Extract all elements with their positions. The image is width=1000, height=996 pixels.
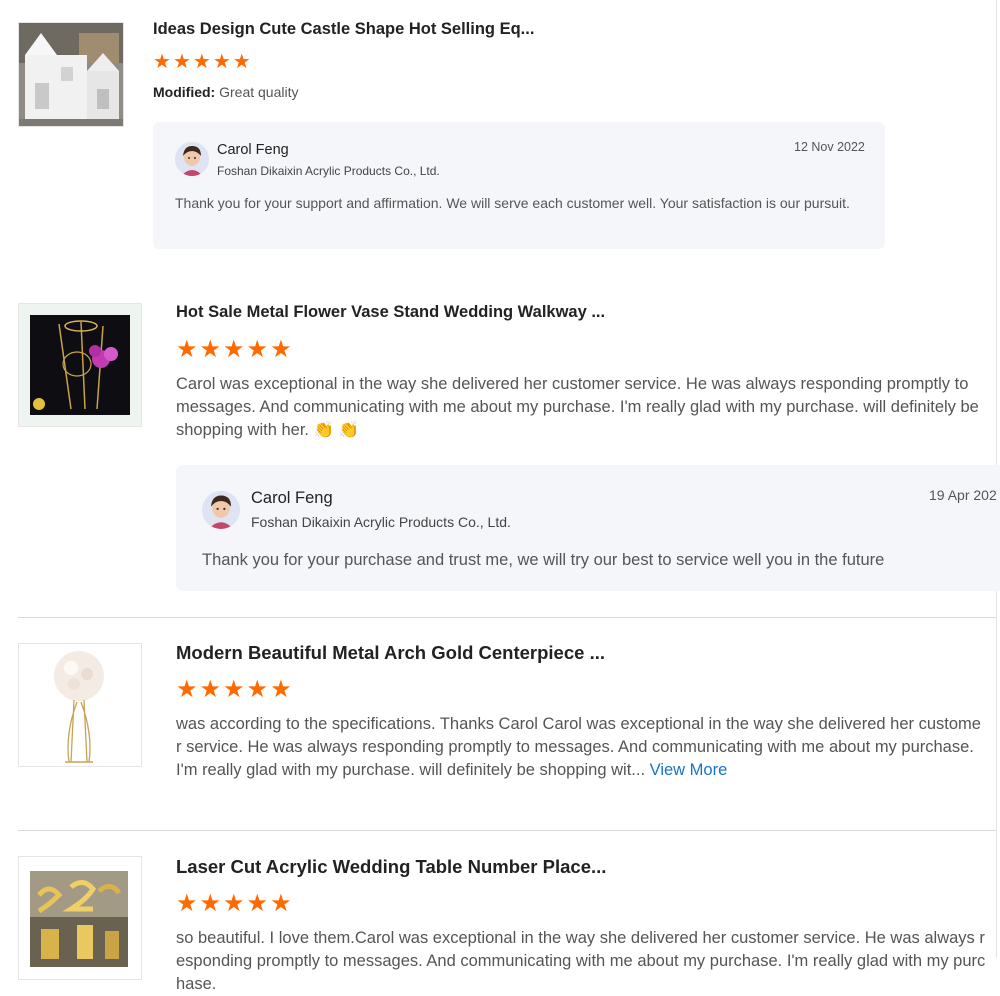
review-text: so beautiful. I love them.Carol was exce… bbox=[176, 929, 986, 993]
reply-text: Thank you for your support and affirmati… bbox=[175, 195, 850, 211]
product-thumbnail[interactable] bbox=[18, 643, 142, 767]
star-icon: ★ bbox=[246, 676, 269, 703]
product-title[interactable]: Hot Sale Metal Flower Vase Stand Wedding… bbox=[176, 303, 605, 322]
supplier-reply: Carol Feng Foshan Dikaixin Acrylic Produ… bbox=[153, 122, 885, 249]
reply-date: 19 Apr 202 bbox=[929, 487, 997, 503]
reply-text: Thank you for your purchase and trust me… bbox=[202, 551, 885, 569]
star-icon: ★ bbox=[270, 336, 292, 363]
review-divider bbox=[18, 617, 996, 618]
replier-name: Carol Feng bbox=[251, 489, 333, 507]
reply-date: 12 Nov 2022 bbox=[794, 140, 865, 154]
review-text: was according to the specifications. Tha… bbox=[176, 715, 981, 779]
replier-company: Foshan Dikaixin Acrylic Products Co., Lt… bbox=[217, 164, 440, 178]
star-icon: ★ bbox=[270, 890, 292, 917]
modified-review: Modified: Great quality bbox=[153, 84, 298, 100]
star-icon: ★ bbox=[192, 51, 211, 73]
rating-stars: ★ ★ ★ ★ ★ bbox=[176, 678, 292, 702]
replier-name: Carol Feng bbox=[217, 142, 289, 158]
product-thumbnail[interactable] bbox=[18, 303, 142, 427]
rating-stars: ★ ★ ★ ★ ★ bbox=[176, 892, 292, 916]
star-icon: ★ bbox=[246, 890, 269, 917]
review-divider bbox=[18, 830, 996, 831]
castle-product-image bbox=[19, 23, 123, 126]
star-icon: ★ bbox=[153, 51, 171, 73]
star-icon: ★ bbox=[176, 890, 198, 917]
modified-text: Great quality bbox=[219, 84, 299, 100]
product-title[interactable]: Ideas Design Cute Castle Shape Hot Selli… bbox=[153, 20, 534, 39]
product-thumbnail[interactable] bbox=[18, 856, 142, 980]
star-icon: ★ bbox=[223, 890, 245, 917]
flower-vase-stand-product-image bbox=[19, 304, 141, 426]
star-icon: ★ bbox=[176, 336, 198, 363]
rating-stars: ★ ★ ★ ★ ★ bbox=[153, 52, 251, 72]
review-text-container: was according to the specifications. Tha… bbox=[176, 713, 986, 782]
product-title[interactable]: Laser Cut Acrylic Wedding Table Number P… bbox=[176, 856, 606, 878]
product-title[interactable]: Modern Beautiful Metal Arch Gold Centerp… bbox=[176, 642, 605, 664]
star-icon: ★ bbox=[199, 336, 222, 363]
star-icon: ★ bbox=[199, 890, 222, 917]
star-icon: ★ bbox=[246, 336, 269, 363]
avatar bbox=[175, 142, 209, 176]
star-icon: ★ bbox=[199, 676, 222, 703]
flower-ball-centerpiece-product-image bbox=[19, 644, 141, 766]
star-icon: ★ bbox=[270, 676, 292, 703]
star-icon: ★ bbox=[172, 51, 191, 73]
table-number-product-image bbox=[19, 857, 141, 979]
star-icon: ★ bbox=[212, 51, 231, 73]
product-thumbnail[interactable] bbox=[18, 22, 124, 127]
supplier-reply: Carol Feng Foshan Dikaixin Acrylic Produ… bbox=[176, 465, 1000, 591]
modified-label: Modified: bbox=[153, 84, 216, 100]
review-text: Carol was exceptional in the way she del… bbox=[176, 375, 979, 439]
view-more-link[interactable]: View More bbox=[650, 761, 728, 779]
rating-stars: ★ ★ ★ ★ ★ bbox=[176, 338, 292, 362]
avatar bbox=[202, 491, 240, 529]
star-icon: ★ bbox=[232, 51, 251, 73]
star-icon: ★ bbox=[176, 676, 198, 703]
star-icon: ★ bbox=[223, 336, 245, 363]
star-icon: ★ bbox=[223, 676, 245, 703]
replier-company: Foshan Dikaixin Acrylic Products Co., Lt… bbox=[251, 514, 511, 530]
